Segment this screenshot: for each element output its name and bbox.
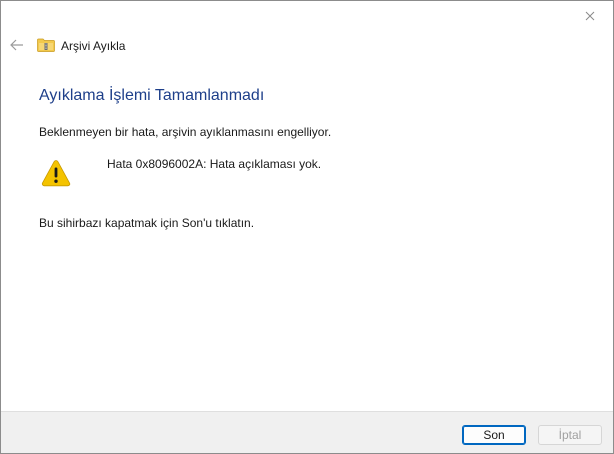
back-button[interactable]: [7, 35, 27, 55]
close-icon: [585, 11, 595, 21]
warning-icon: [41, 160, 71, 187]
extract-wizard-window: Arşivi Ayıkla Ayıklama İşlemi Tamamlanma…: [0, 0, 614, 454]
close-button[interactable]: [567, 1, 613, 31]
zip-folder-icon: [37, 38, 55, 52]
page-heading: Ayıklama İşlemi Tamamlanmadı: [39, 87, 265, 104]
window-title: Arşivi Ayıkla: [61, 39, 126, 53]
button-bar: Son İptal: [1, 411, 613, 453]
error-message: Beklenmeyen bir hata, arşivin ayıklanmas…: [39, 125, 332, 139]
cancel-button[interactable]: İptal: [538, 425, 602, 445]
finish-button[interactable]: Son: [462, 425, 526, 445]
error-code-text: Hata 0x8096002A: Hata açıklaması yok.: [107, 157, 322, 171]
instruction-text: Bu sihirbazı kapatmak için Son'u tıklatı…: [39, 216, 255, 230]
back-arrow-icon: [10, 39, 23, 51]
